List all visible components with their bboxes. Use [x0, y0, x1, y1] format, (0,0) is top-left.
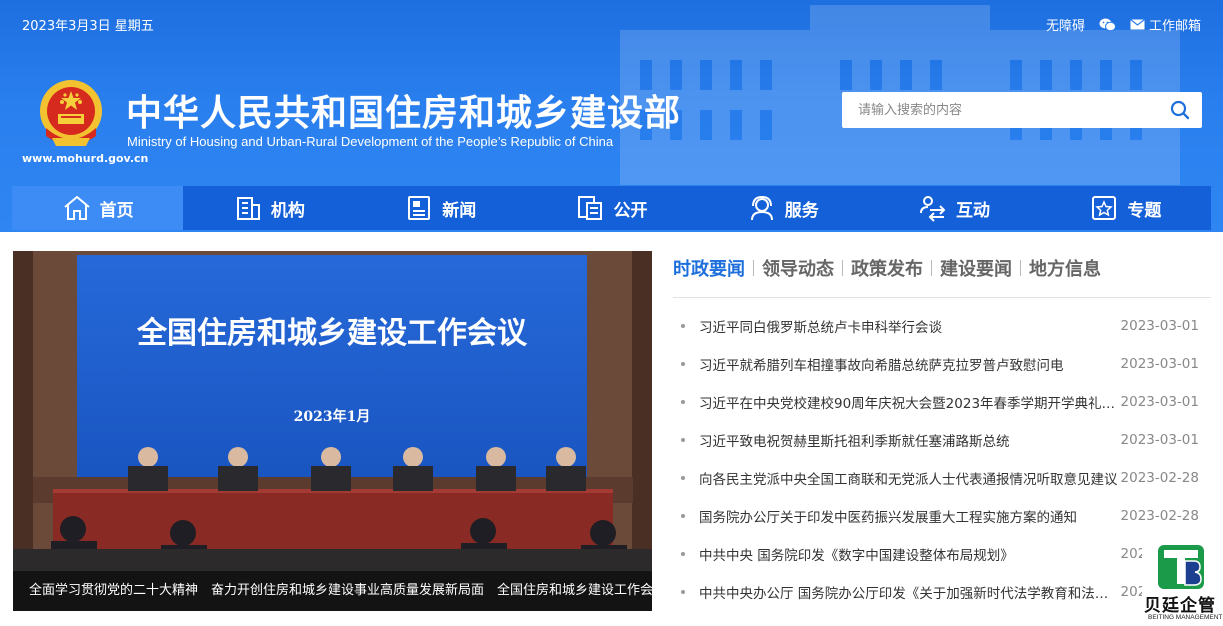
site-title: 中华人民共和国住房和城乡建设部	[126, 93, 682, 134]
topbar-links: 无障碍 工作邮箱	[1046, 15, 1201, 34]
national-emblem-logo[interactable]	[38, 78, 104, 150]
nav-label-news: 新闻	[442, 200, 477, 221]
work-mail-link[interactable]: 工作邮箱	[1130, 15, 1201, 34]
document-icon	[578, 196, 603, 220]
news-date: 2023-03-01	[1120, 356, 1199, 372]
news-title[interactable]: 国务院办公厅关于印发中医药振兴发展重大工程实施方案的通知	[699, 506, 1119, 526]
mail-icon	[1130, 19, 1145, 30]
news-tabs: 时政要闻 领导动态 政策发布 建设要闻 地方信息	[673, 255, 1109, 281]
bullet	[681, 590, 685, 594]
bullet	[681, 476, 685, 480]
tab-current-affairs[interactable]: 时政要闻	[673, 255, 753, 281]
nav-item-public[interactable]: 公开	[526, 186, 697, 230]
news-title[interactable]: 习近平就希腊列车相撞事故向希腊总统萨克拉罗普卢致慰问电	[699, 354, 1119, 374]
bullet	[681, 324, 685, 328]
news-title[interactable]: 习近平同白俄罗斯总统卢卡申科举行会谈	[699, 316, 1119, 336]
main-nav: 首页 机构 新闻 公开 服务 互动 专题	[12, 186, 1211, 230]
search-button[interactable]	[1158, 92, 1202, 128]
service-person-icon	[750, 195, 773, 221]
tab-construction-news[interactable]: 建设要闻	[932, 255, 1020, 281]
nav-label-service: 服务	[784, 200, 819, 221]
nav-label-topics: 专题	[1127, 200, 1162, 221]
nav-label-organization: 机构	[270, 200, 305, 221]
news-title[interactable]: 习近平致电祝贺赫里斯托祖利季斯就任塞浦路斯总统	[699, 430, 1119, 450]
home-icon	[64, 195, 90, 220]
nav-item-service[interactable]: 服务	[697, 186, 868, 230]
hero-caption[interactable]: 全面学习贯彻党的二十大精神 奋力开创住房和城乡建设事业高质量发展新局面 全国住房…	[13, 571, 652, 611]
screen-date: 2023年1月	[294, 408, 371, 425]
work-mail-label: 工作邮箱	[1148, 19, 1201, 34]
list-item: 习近平在中央党校建校90周年庆祝大会暨2023年春季学期开学典礼上发表重要讲话2…	[673, 383, 1211, 421]
list-item: 习近平就希腊列车相撞事故向希腊总统萨克拉罗普卢致慰问电 2023-03-01	[673, 345, 1211, 383]
news-date: 2023-03-01	[1120, 394, 1199, 410]
interaction-arrows-icon	[920, 196, 946, 222]
news-title[interactable]: 习近平在中央党校建校90周年庆祝大会暨2023年春季学期开学典礼上发表重要讲话	[699, 392, 1119, 412]
site-subtitle: Ministry of Housing and Urban-Rural Deve…	[127, 134, 614, 149]
building-icon	[236, 197, 260, 220]
list-item: 中共中央办公厅 国务院办公厅印发《关于加强新时代法学教育和法学理论研究的意见》2…	[673, 573, 1211, 611]
nav-item-interaction[interactable]: 互动	[868, 186, 1039, 230]
nav-item-topics[interactable]: 专题	[1040, 186, 1211, 230]
search-icon	[1170, 100, 1190, 120]
hero-photo: 全国住房和城乡建设工作会议 2023年1月	[13, 251, 652, 611]
news-date: 2023-02-28	[1120, 470, 1199, 486]
bullet	[681, 514, 685, 518]
nav-item-news[interactable]: 新闻	[355, 186, 526, 230]
watermark-text: 贝廷企管	[1144, 596, 1216, 616]
list-item: 习近平同白俄罗斯总统卢卡申科举行会谈 2023-03-01	[673, 307, 1211, 345]
nav-item-organization[interactable]: 机构	[183, 186, 354, 230]
tab-leadership[interactable]: 领导动态	[754, 255, 842, 281]
newspaper-icon	[408, 196, 431, 220]
tb-logo-icon	[1158, 545, 1204, 589]
news-date: 2023-02-28	[1120, 508, 1199, 524]
news-date: 2023-03-01	[1120, 318, 1199, 334]
star-frame-icon	[1092, 196, 1117, 220]
news-title[interactable]: 中共中央办公厅 国务院办公厅印发《关于加强新时代法学教育和法学理论研究的意见》	[699, 582, 1119, 602]
bullet	[681, 438, 685, 442]
bullet	[681, 400, 685, 404]
watermark-logo: 贝廷企管 BEITING MANAGEMENT	[1142, 541, 1223, 626]
list-item: 向各民主党派中央全国工商联和无党派人士代表通报情况听取意见建议 2023-02-2…	[673, 459, 1211, 497]
nav-label-public: 公开	[613, 200, 648, 221]
news-title[interactable]: 向各民主党派中央全国工商联和无党派人士代表通报情况听取意见建议	[699, 468, 1119, 488]
search-box	[842, 92, 1202, 128]
accessibility-link[interactable]: 无障碍	[1046, 15, 1085, 34]
tab-local-info[interactable]: 地方信息	[1021, 255, 1109, 281]
current-date: 2023年3月3日 星期五	[22, 19, 154, 34]
bullet	[681, 362, 685, 366]
nav-label-interaction: 互动	[956, 200, 991, 221]
news-date: 2023-03-01	[1120, 432, 1199, 448]
tabs-divider-line	[673, 297, 1211, 298]
list-item: 国务院办公厅关于印发中医药振兴发展重大工程实施方案的通知 2023-02-28	[673, 497, 1211, 535]
site-url: www.mohurd.gov.cn	[22, 152, 149, 165]
search-input[interactable]	[842, 92, 1158, 128]
nav-label-home: 首页	[99, 200, 134, 221]
news-list: 习近平同白俄罗斯总统卢卡申科举行会谈 2023-03-01 习近平就希腊列车相撞事…	[673, 307, 1211, 611]
hero-carousel[interactable]: 全国住房和城乡建设工作会议 2023年1月 全面学习贯彻党的二十大精神 奋力开创…	[13, 251, 652, 611]
bullet	[681, 552, 685, 556]
list-item: 中共中央 国务院印发《数字中国建设整体布局规划》2023-02-27	[673, 535, 1211, 573]
screen-title: 全国住房和城乡建设工作会议	[136, 316, 528, 351]
list-item: 习近平致电祝贺赫里斯托祖利季斯就任塞浦路斯总统 2023-03-01	[673, 421, 1211, 459]
tab-policy[interactable]: 政策发布	[843, 255, 931, 281]
site-header: 2023年3月3日 星期五 无障碍 工作邮箱 www.mohurd.gov.cn…	[0, 0, 1223, 232]
news-title[interactable]: 中共中央 国务院印发《数字中国建设整体布局规划》	[699, 544, 1119, 564]
wechat-icon[interactable]	[1099, 18, 1116, 32]
nav-item-home[interactable]: 首页	[12, 186, 184, 230]
watermark-subtext: BEITING MANAGEMENT	[1148, 614, 1223, 621]
